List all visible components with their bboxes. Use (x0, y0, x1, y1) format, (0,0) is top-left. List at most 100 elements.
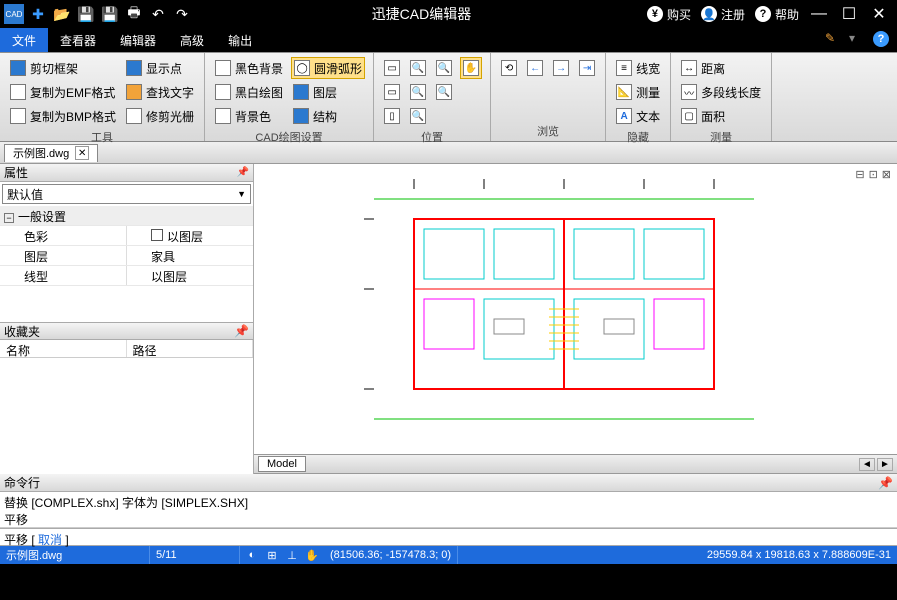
ribbon-group-position: ▭ ▭ ▯ 🔍 🔍 🔍 🔍 🔍 ✋ 位置 (374, 53, 491, 141)
show-points-button[interactable]: 显示点 (124, 57, 196, 79)
properties-table: −一般设置 色彩 以图层 图层 家具 线型 以图层 (0, 206, 253, 322)
menu-advanced[interactable]: 高级 (168, 28, 216, 52)
pin-icon[interactable]: 📌 (234, 324, 249, 338)
prop-row-linetype[interactable]: 线型 以图层 (0, 266, 253, 286)
zoomin-button[interactable]: 🔍 (408, 57, 428, 79)
default-combo[interactable]: 默认值▼ (2, 184, 251, 204)
document-tabs: 示例图.dwg ✕ (0, 142, 897, 164)
pos-btn-3[interactable]: ▯ (382, 105, 402, 127)
status-icon-4[interactable]: ✋ (304, 549, 320, 562)
zoomfit-button[interactable]: 🔍 (408, 105, 428, 127)
zoom-btn-4[interactable]: 🔍 (434, 57, 454, 79)
cad-icon[interactable]: CAD (4, 4, 24, 24)
menu-editor[interactable]: 编辑器 (108, 28, 168, 52)
model-tab[interactable]: Model (258, 456, 306, 472)
saveas-icon[interactable]: 💾 (100, 4, 120, 24)
bgcolor-button[interactable]: 背景色 (213, 105, 285, 127)
status-file: 示例图.dwg (0, 546, 150, 564)
zoomout-button[interactable]: 🔍 (408, 81, 428, 103)
menu-output[interactable]: 输出 (216, 28, 264, 52)
undo-icon[interactable]: ↶ (148, 4, 168, 24)
pin-icon[interactable]: 📌 (237, 167, 249, 178)
favorites-list (0, 358, 253, 474)
ribbon-group-browse: ⟲ ← → ⇥ 浏览 (491, 53, 606, 141)
nav-last-button[interactable]: ⇥ (577, 57, 597, 79)
measure-toggle-button[interactable]: 📐测量 (614, 81, 662, 103)
cancel-link[interactable]: 取消 (38, 533, 62, 547)
command-log: 替换 [COMPLEX.shx] 字体为 [SIMPLEX.SHX] 平移 (0, 492, 897, 528)
linewidth-button[interactable]: ≡线宽 (614, 57, 662, 79)
text-button[interactable]: A文本 (614, 105, 662, 127)
properties-header[interactable]: 属性📌 (0, 164, 253, 182)
prop-row-color[interactable]: 色彩 以图层 (0, 226, 253, 246)
app-title: 迅捷CAD编辑器 (196, 4, 647, 24)
black-bg-button[interactable]: 黑色背景 (213, 57, 285, 79)
command-input[interactable]: 平移 [ 取消 ] (0, 528, 897, 546)
clip-frame-button[interactable]: 剪切框架 (8, 57, 118, 79)
help-button[interactable]: ?帮助 (755, 6, 799, 23)
layers-button[interactable]: 图层 (291, 81, 365, 103)
distance-button[interactable]: ↔距离 (679, 57, 763, 79)
status-coords: (81506.36; -157478.3; 0) (324, 546, 458, 564)
pos-btn-1[interactable]: ▭ (382, 57, 402, 79)
find-text-button[interactable]: 查找文字 (124, 81, 196, 103)
status-icon-1[interactable]: ◐ (244, 549, 260, 562)
print-icon[interactable]: 🖶 (124, 4, 144, 24)
copy-emf-button[interactable]: 复制为EMF格式 (8, 81, 118, 103)
canvas-btn3[interactable]: ⊠ (882, 168, 891, 181)
buy-button[interactable]: ¥购买 (647, 6, 691, 23)
doc-tab[interactable]: 示例图.dwg ✕ (4, 144, 98, 162)
minimize-button[interactable]: — (809, 5, 829, 23)
bw-button[interactable]: 黑白绘图 (213, 81, 285, 103)
status-icons: ◐ ⊞ ⊥ ✋ (240, 549, 324, 562)
menu-file[interactable]: 文件 (0, 28, 48, 52)
ribbon: 剪切框架 复制为EMF格式 复制为BMP格式 显示点 查找文字 修剪光栅 工具 … (0, 52, 897, 142)
main-area: 属性📌 默认值▼ −一般设置 色彩 以图层 图层 家具 线型 以图层 收藏夹📌 (0, 164, 897, 474)
area-button[interactable]: ▢面积 (679, 105, 763, 127)
open-icon[interactable]: 📂 (52, 4, 72, 24)
register-button[interactable]: 👤注册 (701, 6, 745, 23)
prop-row-layer[interactable]: 图层 家具 (0, 246, 253, 266)
ribbon-group-hide: ≡线宽 📐测量 A文本 隐藏 (606, 53, 671, 141)
status-pages: 5/11 (150, 546, 240, 564)
fav-col-name[interactable]: 名称 (0, 340, 127, 357)
pos-btn-2[interactable]: ▭ (382, 81, 402, 103)
command-header[interactable]: 命令行📌 (0, 474, 897, 492)
scroll-right-button[interactable]: ► (877, 458, 893, 471)
model-tabs: Model ◄ ► (254, 454, 897, 474)
polyline-button[interactable]: 〰多段线长度 (679, 81, 763, 103)
favorites-header[interactable]: 收藏夹📌 (0, 322, 253, 340)
close-tab-icon[interactable]: ✕ (75, 146, 89, 160)
close-button[interactable]: ✕ (869, 4, 889, 24)
smooth-arc-button[interactable]: ◯圆滑弧形 (291, 57, 365, 79)
ribbon-group-measure: ↔距离 〰多段线长度 ▢面积 测量 (671, 53, 772, 141)
menu-viewer[interactable]: 查看器 (48, 28, 108, 52)
canvas-btn1[interactable]: ⊟ (855, 168, 864, 181)
trim-button[interactable]: 修剪光栅 (124, 105, 196, 127)
nav-left-button[interactable]: ← (525, 57, 545, 79)
scroll-left-button[interactable]: ◄ (859, 458, 875, 471)
rotate-left-button[interactable]: ⟲ (499, 57, 519, 79)
status-dimensions: 29559.84 x 19818.63 x 7.888609E-31 (701, 549, 897, 561)
nav-right-button[interactable]: → (551, 57, 571, 79)
drawing-canvas[interactable]: ⊟ ⊡ ⊠ (254, 164, 897, 454)
pan-button[interactable]: ✋ (460, 57, 482, 79)
save-icon[interactable]: 💾 (76, 4, 96, 24)
redo-icon[interactable]: ↷ (172, 4, 192, 24)
pin-icon[interactable]: 📌 (878, 476, 893, 490)
titlebar-right: ¥购买 👤注册 ?帮助 — ☐ ✕ (647, 4, 897, 24)
fav-col-path[interactable]: 路径 (127, 340, 254, 357)
status-icon-3[interactable]: ⊥ (284, 549, 300, 562)
copy-bmp-button[interactable]: 复制为BMP格式 (8, 105, 118, 127)
new-icon[interactable]: ✚ (28, 4, 48, 24)
ribbon-group-cad: 黑色背景 黑白绘图 背景色 ◯圆滑弧形 图层 结构 CAD绘图设置 (205, 53, 374, 141)
zoom-btn-5[interactable]: 🔍 (434, 81, 454, 103)
help-icon[interactable]: ? (873, 31, 891, 49)
dropdown-icon[interactable]: ▾ (849, 31, 867, 49)
maximize-button[interactable]: ☐ (839, 4, 859, 24)
status-icon-2[interactable]: ⊞ (264, 549, 280, 562)
structure-button[interactable]: 结构 (291, 105, 365, 127)
prop-group-general[interactable]: −一般设置 (0, 206, 253, 226)
canvas-btn2[interactable]: ⊡ (869, 168, 878, 181)
pen-icon[interactable]: ✎ (825, 31, 843, 49)
